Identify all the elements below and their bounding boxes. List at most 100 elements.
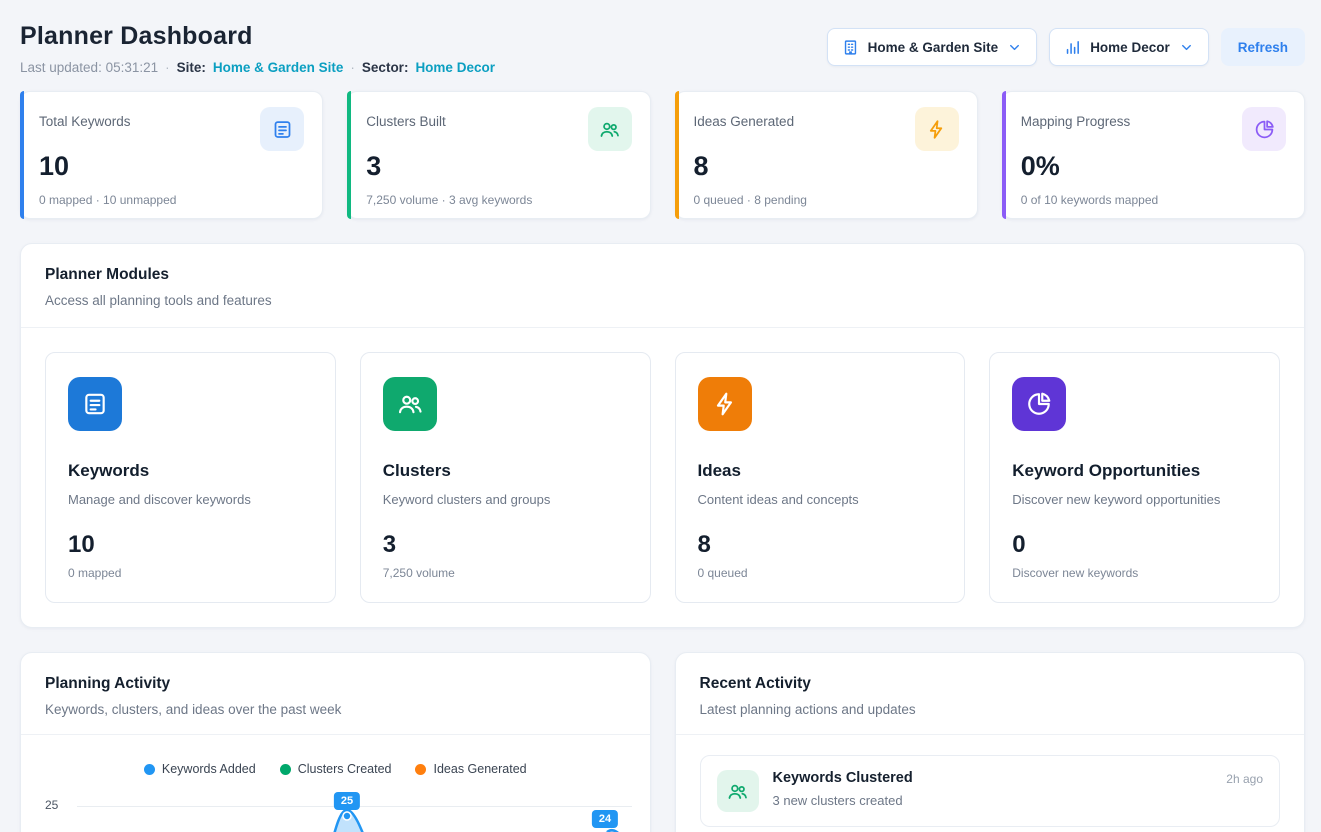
module-title: Clusters (383, 461, 628, 481)
activity-item-title: Keywords Clustered (773, 770, 913, 786)
users-icon (383, 377, 437, 431)
stat-card-ideas-generated: Ideas Generated 8 0 queued · 8 pending (675, 91, 978, 219)
module-card-keywords[interactable]: Keywords Manage and discover keywords 10… (45, 352, 336, 603)
stat-value: 10 (39, 151, 304, 182)
planning-activity-header: Planning Activity Keywords, clusters, an… (21, 653, 650, 734)
site-link[interactable]: Home & Garden Site (213, 60, 344, 75)
module-detail: 0 mapped (68, 566, 313, 580)
recent-activity-title: Recent Activity (700, 675, 1281, 693)
modules-title: Planner Modules (45, 266, 1280, 284)
activity-item-keywords-clustered: Keywords Clustered 3 new clusters create… (700, 755, 1281, 827)
recent-activity-list: Keywords Clustered 3 new clusters create… (676, 735, 1305, 832)
bottom-row: Planning Activity Keywords, clusters, an… (20, 652, 1305, 832)
legend-item-keywords-added: Keywords Added (144, 762, 256, 776)
legend-dot-blue (144, 764, 155, 775)
legend-label: Keywords Added (162, 762, 256, 776)
activity-item-description: 3 new clusters created (773, 793, 913, 808)
site-selector[interactable]: Home & Garden Site (827, 28, 1038, 66)
data-point-label: 25 (334, 792, 360, 810)
stat-detail: 0 of 10 keywords mapped (1021, 193, 1286, 207)
activity-item-timestamp: 2h ago (1226, 770, 1263, 786)
chevron-down-icon (1007, 40, 1022, 55)
stat-detail: 7,250 volume · 3 avg keywords (366, 193, 631, 207)
chart-legend: Keywords Added Clusters Created Ideas Ge… (21, 762, 650, 776)
pie-chart-icon (1012, 377, 1066, 431)
stat-label: Total Keywords (39, 114, 131, 129)
planning-activity-title: Planning Activity (45, 675, 626, 693)
legend-dot-orange (415, 764, 426, 775)
legend-item-clusters-created: Clusters Created (280, 762, 392, 776)
planning-activity-card: Planning Activity Keywords, clusters, an… (20, 652, 651, 832)
stat-detail: 0 queued · 8 pending (694, 193, 959, 207)
sector-link[interactable]: Home Decor (415, 60, 495, 75)
header-meta: Last updated: 05:31:21 · Site: Home & Ga… (20, 60, 495, 75)
meta-separator: · (165, 60, 170, 75)
planner-dashboard-page: Planner Dashboard Last updated: 05:31:21… (0, 0, 1321, 832)
building-icon (842, 39, 859, 56)
stat-card-total-keywords: Total Keywords 10 0 mapped · 10 unmapped (20, 91, 323, 219)
module-card-clusters[interactable]: Clusters Keyword clusters and groups 3 7… (360, 352, 651, 603)
legend-label: Clusters Created (298, 762, 392, 776)
module-value: 0 (1012, 531, 1257, 559)
page-header: Planner Dashboard Last updated: 05:31:21… (20, 14, 1305, 75)
lightning-icon (915, 107, 959, 151)
module-detail: 7,250 volume (383, 566, 628, 580)
module-title: Keyword Opportunities (1012, 461, 1257, 481)
planning-activity-subtitle: Keywords, clusters, and ideas over the p… (45, 702, 626, 717)
module-description: Manage and discover keywords (68, 492, 313, 507)
module-detail: 0 queued (698, 566, 943, 580)
module-description: Keyword clusters and groups (383, 492, 628, 507)
module-card-ideas[interactable]: Ideas Content ideas and concepts 8 0 que… (675, 352, 966, 603)
modules-header: Planner Modules Access all planning tool… (21, 244, 1304, 327)
module-value: 10 (68, 531, 313, 559)
users-icon (588, 107, 632, 151)
stats-row: Total Keywords 10 0 mapped · 10 unmapped… (20, 91, 1305, 219)
site-selector-value: Home & Garden Site (868, 40, 999, 55)
activity-line-chart: 25 25 24 (45, 790, 632, 832)
stat-card-clusters-built: Clusters Built 3 7,250 volume · 3 avg ke… (347, 91, 650, 219)
stat-label: Clusters Built (366, 114, 446, 129)
stat-label: Ideas Generated (694, 114, 795, 129)
data-point-label: 24 (592, 810, 618, 828)
refresh-button[interactable]: Refresh (1221, 28, 1305, 66)
module-card-keyword-opportunities[interactable]: Keyword Opportunities Discover new keywo… (989, 352, 1280, 603)
stat-label: Mapping Progress (1021, 114, 1131, 129)
chevron-down-icon (1179, 40, 1194, 55)
site-label: Site: (177, 60, 206, 75)
module-description: Discover new keyword opportunities (1012, 492, 1257, 507)
users-icon (717, 770, 759, 812)
document-icon (260, 107, 304, 151)
sector-selector-value: Home Decor (1090, 40, 1170, 55)
header-left: Planner Dashboard Last updated: 05:31:21… (20, 14, 495, 75)
recent-activity-subtitle: Latest planning actions and updates (700, 702, 1281, 717)
meta-separator-2: · (350, 60, 355, 75)
stat-detail: 0 mapped · 10 unmapped (39, 193, 304, 207)
legend-item-ideas-generated: Ideas Generated (415, 762, 526, 776)
stat-card-mapping-progress: Mapping Progress 0% 0 of 10 keywords map… (1002, 91, 1305, 219)
legend-dot-green (280, 764, 291, 775)
legend-label: Ideas Generated (433, 762, 526, 776)
module-value: 3 (383, 531, 628, 559)
header-controls: Home & Garden Site Home Decor Refresh (827, 28, 1305, 66)
document-icon (68, 377, 122, 431)
module-value: 8 (698, 531, 943, 559)
recent-activity-header: Recent Activity Latest planning actions … (676, 653, 1305, 734)
modules-subtitle: Access all planning tools and features (45, 293, 1280, 308)
stat-value: 8 (694, 151, 959, 182)
module-title: Keywords (68, 461, 313, 481)
bar-chart-icon (1064, 39, 1081, 56)
pie-chart-icon (1242, 107, 1286, 151)
recent-activity-card: Recent Activity Latest planning actions … (675, 652, 1306, 832)
activity-item-text: Keywords Clustered 3 new clusters create… (773, 770, 913, 808)
page-title: Planner Dashboard (20, 22, 495, 51)
modules-grid: Keywords Manage and discover keywords 10… (21, 328, 1304, 627)
sector-label: Sector: (362, 60, 409, 75)
module-detail: Discover new keywords (1012, 566, 1257, 580)
last-updated-text: Last updated: 05:31:21 (20, 60, 158, 75)
stat-value: 0% (1021, 151, 1286, 182)
sector-selector[interactable]: Home Decor (1049, 28, 1209, 66)
divider (21, 734, 650, 735)
module-description: Content ideas and concepts (698, 492, 943, 507)
lightning-icon (698, 377, 752, 431)
y-axis-tick: 25 (45, 798, 58, 812)
